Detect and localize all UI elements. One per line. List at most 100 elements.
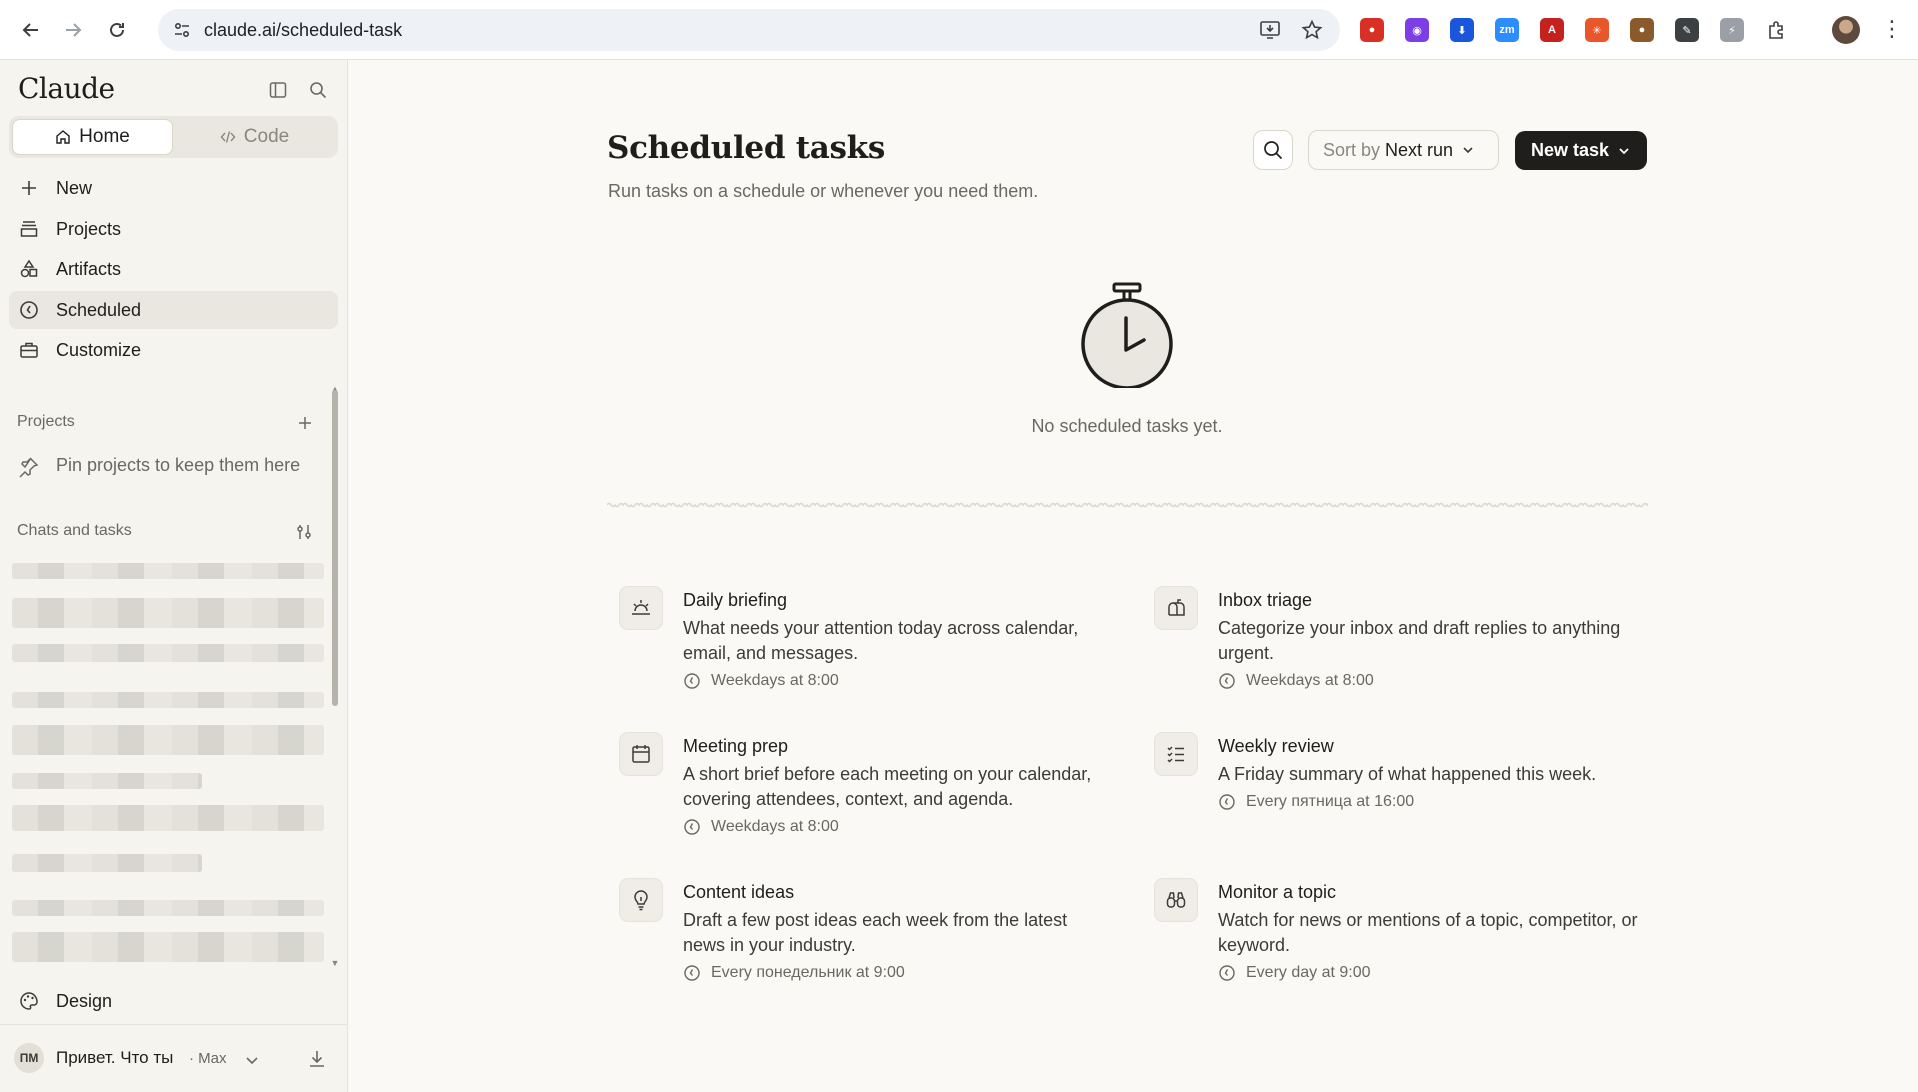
mode-home-label: Home [79,126,130,147]
template-title: Monitor a topic [1218,882,1337,902]
new-task-button[interactable]: New task [1515,131,1647,170]
template-card-weekly-review[interactable]: Weekly review A Friday summary of what h… [1154,732,1634,852]
template-description: A Friday summary of what happened this w… [1218,764,1597,784]
sidebar-search-icon[interactable] [304,76,332,104]
gray-extension-icon[interactable]: ⚡ [1720,18,1744,42]
mode-toggle: Home Code [9,116,338,158]
mode-code-label: Code [243,126,290,147]
download-app-icon[interactable] [306,1048,328,1070]
sidebar-item-label: Artifacts [56,259,122,279]
template-card-content-ideas[interactable]: Content ideas Draft a few post ideas eac… [619,878,1099,998]
sort-dropdown[interactable]: Sort by Next run [1308,130,1499,170]
brand-logo[interactable]: Claude [18,72,115,105]
chevron-down-icon[interactable] [242,1050,262,1070]
download-extension-icon[interactable]: ⬇ [1450,18,1474,42]
sort-prefix: Sort by [1323,139,1381,160]
mode-code-tab[interactable]: Code [174,119,335,155]
url-text[interactable]: claude.ai/scheduled-task [204,20,402,41]
home-icon [56,130,70,144]
pdf-icon[interactable]: A [1540,18,1564,42]
chat-list-item[interactable] [12,692,324,708]
address-bar[interactable]: claude.ai/scheduled-task [158,9,1340,51]
briefcase-icon [20,342,38,358]
user-menu[interactable] [0,1040,348,1092]
back-arrow-icon[interactable] [14,13,48,47]
empty-state-text: No scheduled tasks yet. [1031,416,1223,436]
plus-icon [22,181,36,195]
chevron-down-icon [1619,147,1629,154]
chat-list-item[interactable] [12,854,202,872]
binoculars-icon [1154,878,1198,922]
clock-icon [1219,794,1235,810]
artifacts-icon [20,259,38,278]
chat-list-item[interactable] [12,773,202,789]
template-card-monitor-topic[interactable]: Monitor a topic Watch for news or mentio… [1154,878,1638,998]
screen-recorder-icon[interactable]: ● [1360,18,1384,42]
toggle-sidebar-icon[interactable] [264,76,292,104]
sidebar-item-artifacts[interactable]: Artifacts [9,250,338,288]
template-schedule: Every day at 9:00 [1218,964,1371,982]
reload-icon[interactable] [100,13,134,47]
sidebar-item-customize[interactable]: Customize [9,331,338,369]
signature-icon[interactable]: ✎ [1675,18,1699,42]
forward-arrow-icon[interactable] [56,13,90,47]
browser-toolbar: claude.ai/scheduled-task ● ◉ ⬇ zm A ✳ ● ✎ ⚡ ⋮ [0,0,1918,60]
sidebar-item-label: New [56,178,93,198]
color-picker-icon[interactable]: ◉ [1405,18,1429,42]
template-schedule: Weekdays at 8:00 [1218,672,1374,690]
palette-icon [20,992,38,1010]
chat-list-item[interactable] [12,725,324,755]
user-name[interactable]: Привет. Что ты [56,1048,173,1068]
template-card-meeting-prep[interactable]: Meeting prep A short brief before each m… [619,732,1099,852]
browser-menu-icon[interactable]: ⋮ [1880,14,1904,46]
new-task-label: New task [1530,140,1610,160]
template-title: Weekly review [1218,736,1334,756]
profile-avatar[interactable] [1832,16,1860,44]
chat-list-item[interactable] [12,805,324,831]
mode-home-tab[interactable]: Home [12,119,173,155]
filter-settings-icon[interactable] [294,521,316,543]
scroll-down-arrow-icon[interactable]: ▼ [330,958,340,968]
chat-list-item[interactable] [12,932,324,962]
bookmark-star-icon[interactable] [1300,18,1324,42]
zoom-icon[interactable]: zm [1495,18,1519,42]
clock-icon [684,819,700,835]
add-project-icon[interactable] [294,412,316,434]
page-title: Scheduled tasks [607,130,885,166]
code-icon [220,131,236,143]
sunrise-icon [619,586,663,630]
mailbox-icon [1154,586,1198,630]
sidebar-item-design[interactable]: Design [9,982,338,1020]
schedule-text: Every понедельник at 9:00 [711,964,905,981]
sidebar-item-scheduled[interactable]: Scheduled [9,291,338,329]
cookie-icon[interactable]: ● [1630,18,1654,42]
wavy-divider [607,502,1648,508]
sidebar-item-projects[interactable]: Projects [9,210,338,248]
sidebar-item-label: Scheduled [56,300,142,320]
chat-list-item[interactable] [12,598,324,628]
chat-list-item[interactable] [12,563,324,579]
search-tasks-button[interactable] [1253,130,1293,170]
sidebar-item-new[interactable]: New [9,169,338,207]
sidebar-item-label: Design [56,991,113,1011]
template-card-inbox-triage[interactable]: Inbox triage Categorize your inbox and d… [1154,586,1634,706]
sidebar-scrollbar-thumb[interactable] [332,390,338,706]
template-card-daily-briefing[interactable]: Daily briefing What needs your attention… [619,586,1099,706]
user-avatar[interactable]: ПМ [14,1043,44,1073]
template-description: Categorize your inbox and draft replies … [1218,618,1621,663]
install-app-icon[interactable] [1258,18,1282,42]
template-schedule: Every пятница at 16:00 [1218,793,1414,811]
sidebar-divider [0,1024,348,1025]
pin-icon [19,457,39,478]
pin-projects-hint: Pin projects to keep them here [17,453,300,481]
template-schedule: Every понедельник at 9:00 [683,964,905,982]
schedule-text: Every day at 9:00 [1246,964,1371,981]
chat-list-item[interactable] [12,644,324,662]
extensions-puzzle-icon[interactable] [1765,18,1789,42]
search-icon [1264,141,1283,160]
template-title: Inbox triage [1218,590,1313,610]
clock-icon [684,965,700,981]
chat-list-item[interactable] [12,900,324,916]
claude-extension-icon[interactable]: ✳ [1585,18,1609,42]
site-settings-icon[interactable] [170,18,194,42]
